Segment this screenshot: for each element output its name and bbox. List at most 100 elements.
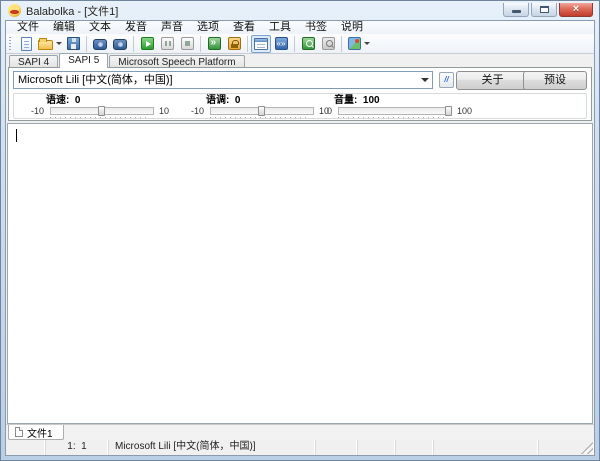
text-caret — [16, 129, 17, 142]
status-panel-empty — [396, 440, 434, 455]
dictionary-button[interactable] — [271, 35, 291, 53]
refresh-text-icon — [208, 37, 221, 50]
refresh-text-button[interactable] — [204, 35, 224, 53]
play-icon — [141, 37, 154, 50]
lock-text-button[interactable] — [224, 35, 244, 53]
pitch-label: 语调: — [206, 95, 235, 106]
resize-grip[interactable] — [581, 442, 593, 454]
volume-value: 100 — [363, 95, 380, 106]
zoom-in-button[interactable] — [298, 35, 318, 53]
pitch-value: 0 — [235, 95, 241, 106]
toolbar-separator — [247, 36, 248, 52]
app-icon[interactable] — [8, 4, 21, 17]
voice-parameters-group: 语速: 0 -10 10 语调: 0 -10 10 — [13, 93, 587, 119]
toolbar-separator — [133, 36, 134, 52]
voice-combobox[interactable]: Microsoft Lili [中文(简体，中国)] — [13, 71, 433, 89]
presets-button[interactable]: 预设 — [523, 71, 587, 90]
rate-max-label: 10 — [154, 106, 180, 116]
volume-max-label: 100 — [452, 106, 478, 116]
rate-track[interactable] — [50, 106, 154, 116]
voice-info-button[interactable]: // — [439, 72, 454, 88]
menu-view[interactable]: 查看 — [226, 21, 262, 34]
client-area: 文件 编辑 文本 发音 声音 选项 查看 工具 书签 说明 — [5, 20, 595, 456]
volume-thumb[interactable] — [445, 106, 452, 116]
new-file-icon — [21, 37, 32, 51]
volume-track[interactable] — [338, 106, 452, 116]
status-current-voice: Microsoft Lili [中文(简体，中国)] — [109, 440, 316, 455]
status-panel-empty — [316, 440, 358, 455]
rate-slider: 语速: 0 -10 10 — [22, 95, 180, 119]
window-frame: Balabolka - [文件1] × 文件 编辑 文本 发音 声音 选项 查看… — [0, 0, 600, 461]
document-icon — [15, 427, 23, 437]
text-editor[interactable] — [7, 123, 593, 424]
sapi5-panel: Microsoft Lili [中文(简体，中国)] // 关于 预设 语速: … — [8, 67, 592, 121]
voice-menu-icon — [348, 37, 361, 50]
status-panel-empty — [6, 440, 46, 455]
rate-thumb[interactable] — [98, 106, 105, 116]
status-panel-empty — [434, 440, 539, 455]
status-panel-empty — [358, 440, 396, 455]
voice-menu-button[interactable] — [345, 35, 372, 53]
toolbar-separator — [86, 36, 87, 52]
menu-edit[interactable]: 编辑 — [46, 21, 82, 34]
titlebar: Balabolka - [文件1] × — [1, 1, 599, 20]
rate-label: 语速: — [46, 95, 75, 106]
lock-text-icon — [228, 37, 241, 50]
export-audio-button[interactable] — [90, 35, 110, 53]
close-button[interactable]: × — [559, 3, 593, 17]
statusbar: 1: 1 Microsoft Lili [中文(简体，中国)] — [6, 440, 594, 455]
minimize-icon — [512, 10, 521, 13]
open-file-button[interactable] — [36, 35, 63, 53]
about-voice-button[interactable]: 关于 — [456, 71, 529, 90]
new-file-button[interactable] — [16, 35, 36, 53]
rate-min-label: -10 — [22, 106, 44, 116]
minimize-button[interactable] — [503, 3, 529, 17]
text-panel-toggle-button[interactable] — [251, 35, 271, 53]
pitch-thumb[interactable] — [258, 106, 265, 116]
record-audio-button[interactable] — [110, 35, 130, 53]
window-title: Balabolka - [文件1] — [26, 3, 118, 19]
pitch-ticks — [210, 116, 309, 119]
menu-tools[interactable]: 工具 — [262, 21, 298, 34]
stop-button[interactable] — [177, 35, 197, 53]
menu-options[interactable]: 选项 — [190, 21, 226, 34]
volume-slider: 音量: 100 0 100 — [310, 95, 478, 119]
maximize-icon — [540, 6, 549, 13]
menu-pronounce[interactable]: 发音 — [118, 21, 154, 34]
volume-min-label: 0 — [310, 106, 332, 116]
status-cursor-position: 1: 1 — [46, 440, 109, 455]
voice-row: Microsoft Lili [中文(简体，中国)] // 关于 预设 — [13, 71, 587, 89]
combobox-arrow-icon[interactable] — [421, 78, 429, 82]
zoom-out-icon — [322, 37, 335, 50]
pause-button[interactable] — [157, 35, 177, 53]
record-audio-icon — [113, 39, 127, 50]
menu-help[interactable]: 说明 — [334, 21, 370, 34]
pitch-min-label: -10 — [182, 106, 204, 116]
save-file-icon — [67, 37, 80, 50]
play-button[interactable] — [137, 35, 157, 53]
menu-text[interactable]: 文本 — [82, 21, 118, 34]
rate-ticks — [50, 116, 149, 119]
toolbar-grip[interactable] — [9, 37, 13, 51]
status-panel-empty — [539, 440, 594, 455]
dictionary-icon — [275, 37, 288, 50]
toolbar-separator — [200, 36, 201, 52]
menu-file[interactable]: 文件 — [10, 21, 46, 34]
volume-label: 音量: — [334, 95, 363, 106]
pitch-track[interactable] — [210, 106, 314, 116]
menu-voice[interactable]: 声音 — [154, 21, 190, 34]
document-tabs: 文件1 — [6, 424, 594, 440]
export-audio-icon — [93, 39, 107, 50]
menu-bookmarks[interactable]: 书签 — [298, 21, 334, 34]
save-file-button[interactable] — [63, 35, 83, 53]
maximize-button[interactable] — [531, 3, 557, 17]
toolbar-separator — [341, 36, 342, 52]
volume-ticks — [338, 116, 447, 119]
tab-sapi5[interactable]: SAPI 5 — [59, 53, 108, 68]
document-tab[interactable]: 文件1 — [8, 425, 64, 440]
zoom-out-button[interactable] — [318, 35, 338, 53]
dropdown-arrow-icon — [56, 42, 62, 45]
text-panel-icon — [254, 38, 268, 50]
volume-track-groove — [338, 107, 452, 115]
stop-icon — [181, 37, 194, 50]
